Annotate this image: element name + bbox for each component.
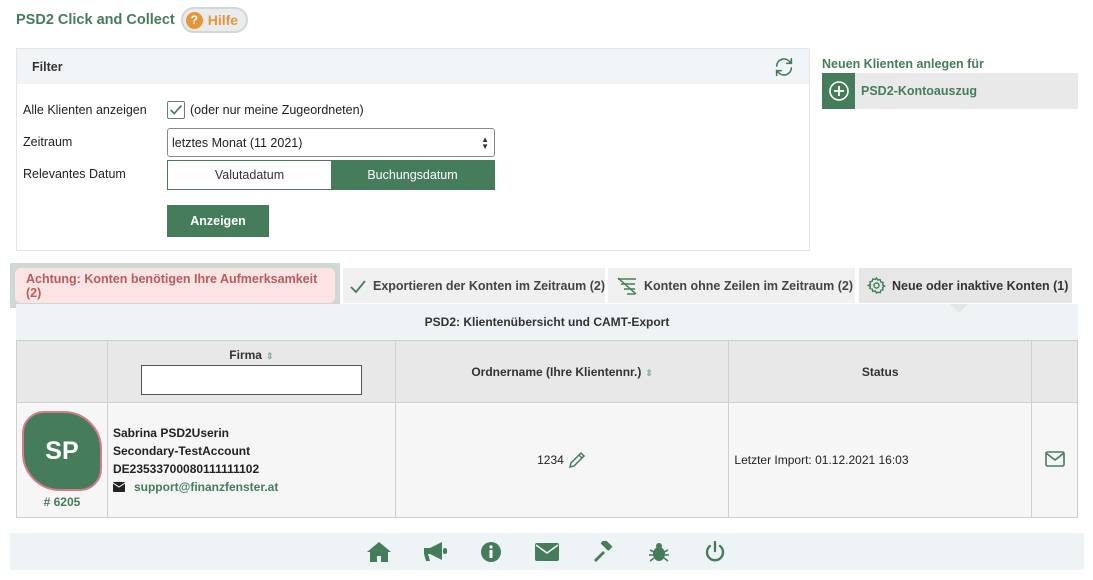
table-caption: PSD2: Klientenübersicht und CAMT-Export <box>16 304 1078 340</box>
firma-filter-input[interactable] <box>140 365 362 395</box>
refresh-icon[interactable] <box>773 56 795 78</box>
power-icon[interactable] <box>687 540 743 563</box>
no-lines-icon <box>617 276 637 295</box>
table-header-row: Firma ⇕ Ordnername (Ihre Klientennr.) ⇕ St… <box>16 340 1078 403</box>
footer-toolbar <box>10 533 1084 570</box>
mail-icon[interactable] <box>519 542 575 561</box>
plus-circle-icon <box>828 81 849 101</box>
folder-number: 1234 <box>537 453 564 467</box>
check-icon <box>350 279 366 293</box>
megaphone-icon[interactable] <box>407 541 463 563</box>
firma-cell: Sabrina PSD2Userin Secondary-TestAccount… <box>106 402 396 518</box>
col-folder-header: Ordnername (Ihre Klientennr.) ⇕ <box>394 340 730 403</box>
all-clients-checkbox[interactable] <box>167 101 185 119</box>
col-avatar-header <box>16 340 108 403</box>
period-label: Zeitraum <box>23 135 73 149</box>
client-account: Secondary-TestAccount <box>112 444 251 458</box>
info-icon[interactable] <box>463 541 519 563</box>
period-select[interactable]: letztes Monat (11 2021) ▲ ▼ <box>167 128 495 157</box>
tab-export-label: Exportieren der Konten im Zeitraum (2) <box>373 278 605 293</box>
client-email-line: support@finanzfenster.at <box>108 478 395 496</box>
client-name: Sabrina PSD2Userin <box>112 426 230 440</box>
envelope-icon <box>112 482 125 492</box>
avatar[interactable]: SP <box>21 411 102 491</box>
mail-icon[interactable] <box>1044 450 1065 467</box>
tab-inactive-label: Neue oder inaktive Konten (1) <box>892 278 1069 293</box>
tab-inactive[interactable]: Neue oder inaktive Konten (1) <box>859 268 1072 303</box>
app-header: PSD2 Click and Collect ? Hilfe <box>16 6 249 34</box>
plus-box <box>822 73 855 109</box>
sort-icon[interactable]: ⇕ <box>266 351 274 361</box>
table-row: SP # 6205 Sabrina PSD2Userin Secondary-T… <box>16 402 1078 518</box>
valutadatum-option[interactable]: Valutadatum <box>168 161 331 189</box>
bug-icon[interactable] <box>631 541 687 563</box>
show-button[interactable]: Anzeigen <box>167 205 269 237</box>
folder-cell: 1234 <box>394 402 730 518</box>
col-status-header: Status <box>728 340 1032 403</box>
tab-attention-label: Achtung: Konten benötigen Ihre Aufmerksa… <box>26 271 318 300</box>
pencil-icon[interactable] <box>567 450 587 470</box>
avatar-cell: SP # 6205 <box>16 402 108 518</box>
select-arrows-icon: ▲ ▼ <box>481 135 489 151</box>
help-button[interactable]: ? Hilfe <box>180 7 249 33</box>
checkmark-icon <box>170 105 182 115</box>
tab-attention[interactable]: Achtung: Konten benötigen Ihre Aufmerksa… <box>15 268 335 303</box>
actions-cell <box>1031 402 1078 518</box>
tab-no-lines[interactable]: Konten ohne Zeilen im Zeitraum (2) <box>608 268 855 303</box>
filter-header: Filter <box>17 49 809 84</box>
period-value: letztes Monat (11 2021) <box>172 135 303 150</box>
client-email-link[interactable]: support@finanzfenster.at <box>134 478 278 496</box>
client-iban: DE23533700080111111102 <box>112 462 260 476</box>
clients-table: Firma ⇕ Ordnername (Ihre Klientennr.) ⇕ St… <box>16 340 1078 518</box>
new-client-title: Neuen Klienten anlegen für <box>822 57 984 71</box>
filter-panel: Filter Alle Klienten anzeigen (oder nur … <box>16 48 810 251</box>
relevant-date-label: Relevantes Datum <box>23 167 126 181</box>
app-title: PSD2 Click and Collect <box>16 12 175 28</box>
col-firma-header: Firma ⇕ <box>106 340 396 403</box>
date-toggle: Valutadatum Buchungsdatum <box>167 160 495 190</box>
tab-no-lines-label: Konten ohne Zeilen im Zeitraum (2) <box>644 278 854 293</box>
home-icon[interactable] <box>351 541 407 563</box>
col-actions-header <box>1031 340 1078 403</box>
active-tab-arrow <box>950 304 968 313</box>
help-label: Hilfe <box>207 12 239 28</box>
all-clients-hint: (oder nur meine Zugeordneten) <box>190 103 364 117</box>
gear-icon <box>867 276 886 295</box>
tab-bar: Achtung: Konten benötigen Ihre Aufmerksa… <box>10 263 1078 308</box>
sort-icon[interactable]: ⇕ <box>645 368 653 378</box>
buchungsdatum-option[interactable]: Buchungsdatum <box>331 161 494 189</box>
filter-title: Filter <box>32 59 63 74</box>
client-number: # 6205 <box>43 495 81 509</box>
new-client-label: PSD2-Kontoauszug <box>861 84 977 98</box>
status-cell: Letzter Import: 01.12.2021 16:03 <box>728 402 1032 518</box>
question-icon: ? <box>185 11 203 29</box>
gavel-icon[interactable] <box>575 540 631 563</box>
tab-export[interactable]: Exportieren der Konten im Zeitraum (2) <box>343 268 605 303</box>
all-clients-label: Alle Klienten anzeigen <box>23 103 147 117</box>
firma-header-label: Firma <box>229 348 262 362</box>
new-client-psd2-button[interactable]: PSD2-Kontoauszug <box>822 73 1078 109</box>
folder-header-label: Ordnername (Ihre Klientennr.) <box>471 364 642 379</box>
